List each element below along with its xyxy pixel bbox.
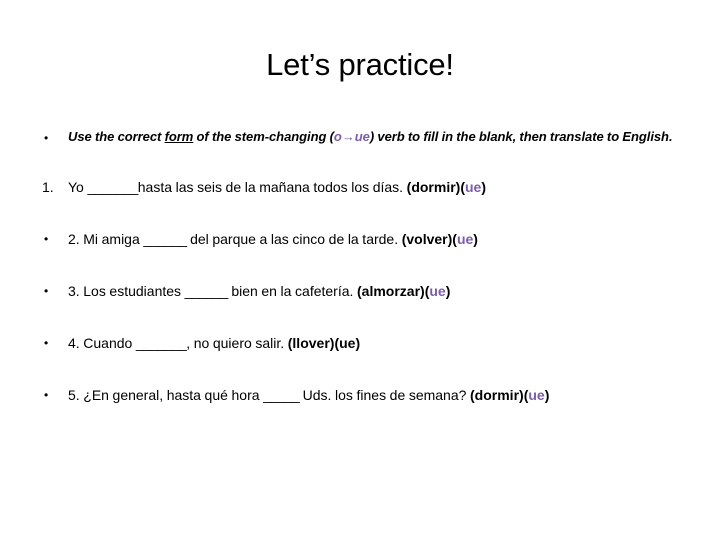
bullet-marker-icon: • [44, 284, 49, 298]
sentence-before-blank: 5. ¿En general, hasta qué hora [68, 387, 264, 403]
instruction-part3: ) verb to fill in the blank, then transl… [369, 129, 673, 144]
bullet-marker-icon: • [44, 336, 49, 350]
hint-paren-close: ) [445, 283, 451, 299]
stem-change-hint: ue [339, 335, 356, 351]
slide-canvas: Let’s practice! • Use the correct form o… [0, 0, 720, 540]
list-item: • 3. Los estudiantes ______ bien en la c… [36, 282, 696, 301]
bullet-marker-icon: • [44, 388, 49, 402]
fill-in-blank: _______ [135, 335, 187, 351]
list-item-text-1: Yo _______hasta las seis de la mañana to… [68, 178, 696, 197]
hint-paren-close: ) [355, 335, 361, 351]
instruction-text: Use the correct form of the stem-changin… [68, 128, 696, 146]
sentence-after-blank: Uds. los fines de semana? [299, 387, 471, 403]
practice-list: • Use the correct form of the stem-chang… [36, 128, 696, 405]
instruction-part1: Use the correct [68, 129, 165, 144]
stem-change-hint: ue [528, 387, 545, 403]
instruction-part2: of the stem-changing ( [193, 129, 334, 144]
sentence-before-blank: 2. Mi amiga [68, 231, 144, 247]
stem-change-hint: ue [465, 179, 482, 195]
stem-change-annotation: o→ue [333, 129, 370, 144]
hint-paren-close: ) [481, 179, 487, 195]
sentence-before-blank: 3. Los estudiantes [68, 283, 185, 299]
sentence-after-blank: del parque a las cinco de la tarde. [186, 231, 402, 247]
fill-in-blank: _____ [263, 387, 300, 403]
list-item: • 4. Cuando _______, no quiero salir. (l… [36, 334, 696, 353]
fill-in-blank: _______ [87, 179, 138, 195]
stem-change-hint: ue [429, 283, 446, 299]
fill-in-blank: ______ [184, 283, 229, 299]
sentence-before-blank: 4. Cuando [68, 335, 136, 351]
sentence-after-blank: , no quiero salir. [186, 335, 288, 351]
list-marker-1: 1. [42, 179, 54, 195]
list-item-text-4: 4. Cuando _______, no quiero salir. (llo… [68, 334, 696, 353]
verb-cue: (volver) [401, 231, 453, 247]
list-item-text-3: 3. Los estudiantes ______ bien en la caf… [68, 282, 696, 301]
bullet-marker-icon: • [44, 131, 49, 145]
sentence-after-blank: hasta las seis de la mañana todos los dí… [137, 179, 407, 195]
list-item-instruction: • Use the correct form of the stem-chang… [36, 128, 696, 148]
hint-paren-close: ) [544, 387, 550, 403]
verb-cue: (llover) [287, 335, 335, 351]
list-item: • 2. Mi amiga ______ del parque a las ci… [36, 230, 696, 249]
verb-cue: (dormir) [406, 179, 461, 195]
list-item-text-5: 5. ¿En general, hasta qué hora _____ Uds… [68, 386, 696, 405]
list-item: • 5. ¿En general, hasta qué hora _____ U… [36, 386, 696, 405]
stem-change-hint: ue [456, 231, 474, 247]
sentence-before-blank: Yo [68, 179, 88, 195]
instruction-underlined-word: form [164, 129, 194, 144]
list-item-text-2: 2. Mi amiga ______ del parque a las cinc… [68, 230, 696, 249]
hint-paren-close: ) [473, 231, 478, 247]
fill-in-blank: ______ [143, 231, 187, 247]
list-item: 1. Yo _______hasta las seis de la mañana… [36, 178, 696, 197]
sentence-after-blank: bien en la cafetería. [227, 283, 358, 299]
verb-cue: (dormir) [470, 387, 524, 403]
page-title: Let’s practice! [266, 47, 454, 82]
verb-cue: (almorzar) [357, 283, 425, 299]
bullet-marker-icon: • [44, 232, 49, 246]
